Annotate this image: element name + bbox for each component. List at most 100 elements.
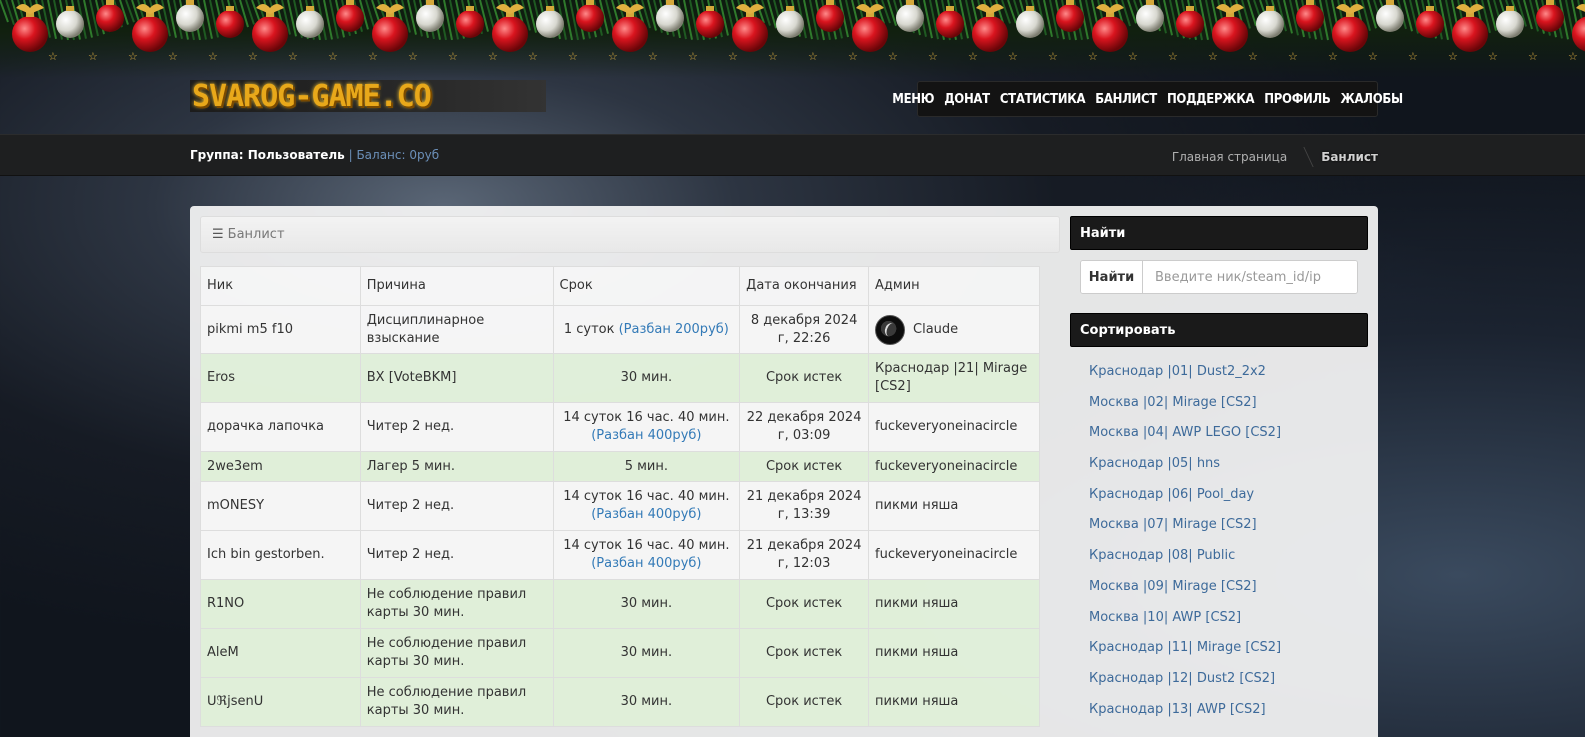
star-decoration: ☆: [1128, 50, 1138, 63]
cell-admin: Claude: [868, 305, 1040, 354]
server-filter-link[interactable]: Краснодар |11| Mirage [CS2]: [1089, 640, 1281, 655]
ornament-ball: [776, 10, 804, 38]
cell-admin: пикми няша: [868, 677, 1040, 727]
list-item: Москва |09| Mirage [CS2]: [1089, 572, 1368, 603]
cell-term: 5 мин.: [552, 451, 741, 482]
server-filter-link[interactable]: Краснодар |12| Dust2 [CS2]: [1089, 671, 1275, 686]
server-filter-link[interactable]: Краснодар |01| Dust2_2x2: [1089, 364, 1266, 379]
star-decoration: ☆: [1288, 50, 1298, 63]
bow-ribbon: [16, 4, 44, 14]
ornament-ball: [456, 10, 484, 38]
server-filter-link[interactable]: Москва |07| Mirage [CS2]: [1089, 517, 1257, 532]
star-decoration: ☆: [1248, 50, 1258, 63]
star-decoration: ☆: [1528, 50, 1538, 63]
nav-stats[interactable]: СТАТИСТИКА: [995, 92, 1090, 107]
ornament-ball: [336, 4, 364, 32]
ornament-ball: [252, 16, 288, 52]
ornament-ball: [696, 10, 724, 38]
cell-end-date: Срок истек: [739, 579, 870, 629]
content-panel: ☰ Банлист Ник Причина Срок Дата окончани…: [190, 206, 1378, 737]
ornament-cap: [346, 0, 354, 5]
cell-nick: ᑌℜjsenᑌ: [200, 677, 361, 727]
server-list: Краснодар |01| Dust2_2x2 Москва |02| Mira…: [1070, 347, 1368, 725]
server-filter-link[interactable]: Краснодар |05| hns: [1089, 456, 1220, 471]
star-decoration: ☆: [408, 50, 418, 63]
cell-admin: Краснодар |21| Mirage [CS2]: [868, 353, 1040, 403]
cell-nick: дорачка лапочка: [200, 402, 361, 452]
cell-reason: Читер 2 нед.: [359, 402, 554, 452]
star-decoration: ☆: [48, 50, 58, 63]
star-decoration: ☆: [528, 50, 538, 63]
sidebar: Найти Найти Сортировать Краснодар |01| D…: [1070, 216, 1368, 725]
user-balance[interactable]: | Баланс: 0руб: [349, 148, 440, 162]
server-filter-link[interactable]: Москва |10| AWP [CS2]: [1089, 610, 1241, 625]
ornament-ball: [972, 16, 1008, 52]
top-navigation: МЕНЮ ДОНАТ СТАТИСТИКА БАНЛИСТ ПОДДЕРЖКА …: [892, 81, 1403, 117]
server-filter-link[interactable]: Москва |09| Mirage [CS2]: [1089, 579, 1257, 594]
star-decoration: ☆: [1448, 50, 1458, 63]
ornament-cap: [1186, 6, 1194, 11]
site-logo[interactable]: SVAROG-GAME.CO: [190, 80, 546, 112]
list-item: Краснодар |05| hns: [1089, 449, 1368, 480]
ornament-ball: [416, 4, 444, 32]
cell-term: 30 мин.: [552, 628, 741, 678]
server-filter-link[interactable]: Краснодар |13| AWP [CS2]: [1089, 702, 1266, 717]
nav-profile[interactable]: ПРОФИЛЬ: [1259, 92, 1335, 107]
cell-admin: пикми няша: [868, 628, 1040, 678]
ornament-cap: [666, 0, 674, 5]
find-header: Найти: [1070, 216, 1368, 250]
cell-reason: Не соблюдение правил карты 30 мин.: [359, 677, 554, 727]
cell-reason: Лагер 5 мин.: [359, 451, 554, 482]
ornament-ball: [612, 16, 648, 52]
ornament-ball: [1212, 16, 1248, 52]
search-button[interactable]: Найти: [1081, 261, 1143, 293]
star-decoration: ☆: [368, 50, 378, 63]
ornament-ball: [1136, 4, 1164, 32]
nav-menu[interactable]: МЕНЮ: [887, 92, 939, 107]
ornament-ball: [656, 4, 684, 32]
unban-link[interactable]: (Разбан 200руб): [619, 322, 729, 337]
user-group-info: Группа: Пользователь | Баланс: 0руб: [190, 148, 439, 162]
star-decoration: ☆: [728, 50, 738, 63]
cell-term: 30 мин.: [552, 579, 741, 629]
ornament-ball: [56, 10, 84, 38]
unban-link[interactable]: (Разбан 400руб): [591, 428, 701, 443]
list-item: Краснодар |06| Pool_day: [1089, 480, 1368, 511]
breadcrumb-home[interactable]: Главная страница: [1172, 150, 1287, 164]
nav-donate[interactable]: ДОНАТ: [939, 92, 995, 107]
server-filter-link[interactable]: Краснодар |08| Public: [1089, 548, 1235, 563]
cell-reason: Не соблюдение правил карты 30 мин.: [359, 579, 554, 629]
list-item: Краснодар |08| Public: [1089, 541, 1368, 572]
list-item: Москва |10| AWP [CS2]: [1089, 603, 1368, 634]
nav-support[interactable]: ПОДДЕРЖКА: [1162, 92, 1259, 107]
ornament-ball: [576, 4, 604, 32]
star-decoration: ☆: [968, 50, 978, 63]
nav-banlist[interactable]: БАНЛИСТ: [1090, 92, 1162, 107]
nav-complaints[interactable]: ЖАЛОБЫ: [1336, 92, 1408, 107]
ornament-cap: [906, 0, 914, 5]
unban-link[interactable]: (Разбан 400руб): [591, 556, 701, 571]
star-decoration: ☆: [608, 50, 618, 63]
server-filter-link[interactable]: Москва |02| Mirage [CS2]: [1089, 395, 1257, 410]
ornament-cap: [546, 6, 554, 11]
garland-ornaments: ☆☆☆☆☆☆☆☆☆☆☆☆☆☆☆☆☆☆☆☆☆☆☆☆☆☆☆☆☆☆☆☆☆☆☆☆☆☆☆☆: [0, 0, 1585, 63]
list-item: Краснодар |01| Dust2_2x2: [1089, 357, 1368, 388]
list-item: Краснодар |11| Mirage [CS2]: [1089, 633, 1368, 664]
term-text: 14 суток 16 час. 40 мин.: [563, 410, 730, 425]
banlist-panel-header: ☰ Банлист: [200, 216, 1060, 253]
cell-admin: fuckeveryoneinacircle: [868, 402, 1040, 452]
cell-nick: R1NO: [200, 579, 361, 629]
server-filter-link[interactable]: Краснодар |06| Pool_day: [1089, 487, 1254, 502]
server-filter-link[interactable]: Москва |04| AWP LEGO [CS2]: [1089, 425, 1281, 440]
star-decoration: ☆: [1008, 50, 1018, 63]
star-decoration: ☆: [1568, 50, 1578, 63]
ornament-ball: [1572, 16, 1585, 52]
ornament-cap: [226, 6, 234, 11]
search-input[interactable]: [1143, 261, 1357, 293]
unban-link[interactable]: (Разбан 400руб): [591, 507, 701, 522]
list-item: Москва |02| Mirage [CS2]: [1089, 388, 1368, 419]
star-decoration: ☆: [1328, 50, 1338, 63]
ornament-cap: [66, 6, 74, 11]
table-row: дорачка лапочка Читер 2 нед. 14 суток 16 ч…: [200, 402, 1040, 452]
cell-reason: Читер 2 нед.: [359, 530, 554, 580]
